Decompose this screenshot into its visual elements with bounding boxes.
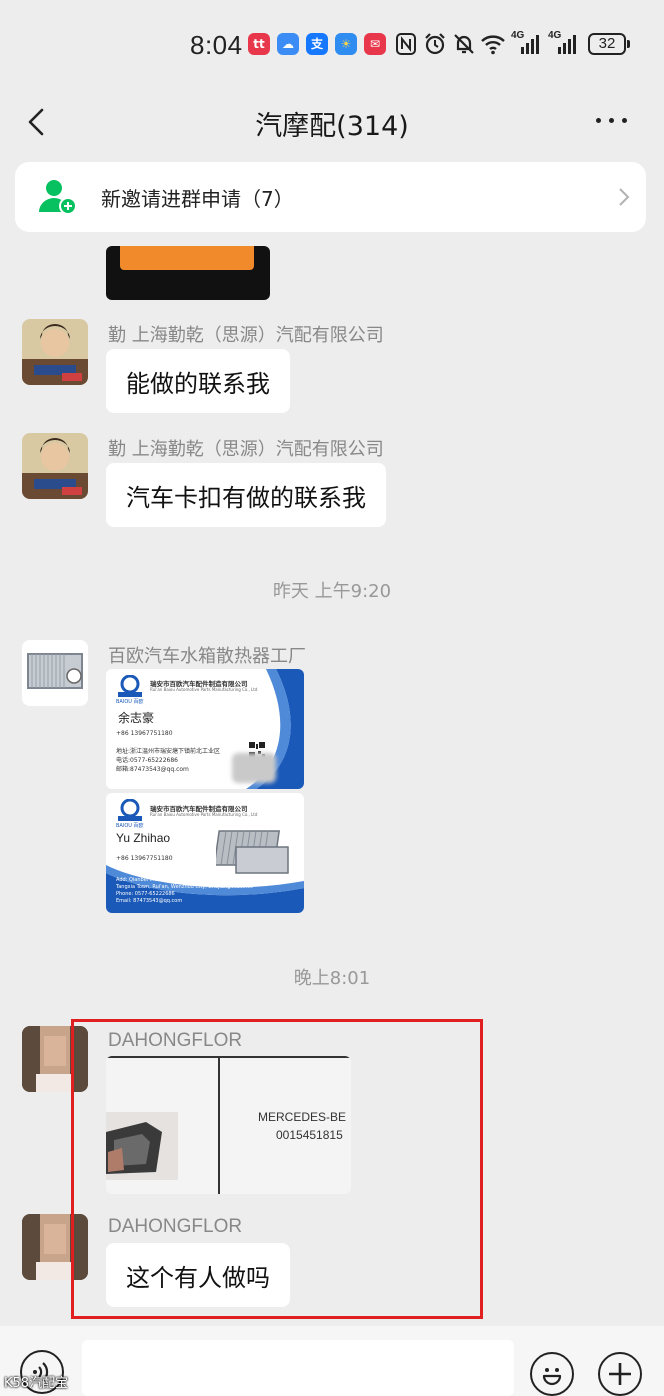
image-content (120, 246, 254, 270)
message-bubble[interactable]: 能做的联系我 (106, 349, 290, 413)
sender-name: 百欧汽车水箱散热器工厂 (108, 646, 306, 667)
dot-icon (596, 118, 601, 123)
chevron-right-icon (619, 188, 630, 206)
more-options-button[interactable] (590, 108, 634, 132)
avatar[interactable] (22, 319, 88, 385)
image-message[interactable] (106, 246, 270, 300)
time-separator: 晚上8:01 (293, 968, 371, 989)
radiator-avatar-image (22, 640, 88, 706)
card-logo-text: BAIOU 百欧 (116, 823, 144, 829)
group-join-request-notice[interactable]: 新邀请进群申请（7） (15, 162, 646, 232)
nfc-icon (396, 33, 416, 55)
avatar[interactable] (22, 1026, 88, 1092)
weather-icon: ☀ (335, 33, 357, 55)
blurred-avatar-image (22, 1026, 88, 1092)
status-bar: 8:04 tt ☁ 支 ☀ ✉ 4G 4G 32 (0, 0, 664, 90)
mute-icon (454, 34, 474, 54)
dot-icon (622, 118, 627, 123)
alipay-icon: 支 (306, 33, 328, 55)
card-person-name: Yu Zhihao (116, 831, 171, 845)
plus-icon (609, 1363, 631, 1385)
part-brand-text: MERCEDES-BE (258, 1110, 347, 1124)
status-time: 8:04 (190, 30, 243, 60)
radiator-product-image (216, 830, 289, 874)
dot-icon (609, 118, 614, 123)
sender-name: DAHONGFLOR (108, 1216, 243, 1237)
battery-indicator: 32 (588, 33, 626, 55)
sender-name: 勤 上海勤乾（思源）汽配有限公司 (108, 325, 384, 346)
child-avatar-image (22, 433, 88, 499)
sender-name: DAHONGFLOR (108, 1030, 243, 1051)
emoji-button[interactable] (530, 1352, 574, 1396)
battery-tip (627, 40, 630, 48)
time-separator: 昨天 上午9:20 (272, 581, 392, 602)
watermark: K58汽配宝 (4, 1376, 69, 1391)
chat-title: 汽摩配(314) (255, 111, 409, 142)
message-bubble[interactable]: 汽车卡扣有做的联系我 (106, 463, 386, 527)
app-red-icon: tt (248, 33, 270, 55)
input-bar (0, 1326, 664, 1396)
card-tel: Phone: 0577-65222686 (116, 891, 175, 897)
card-company-en: Rui'an Baiou Automotive Parts Manufactur… (150, 812, 258, 817)
mail-icon: ✉ (364, 33, 386, 55)
signal-4g-icon: 4G (511, 30, 545, 57)
avatar[interactable] (22, 1214, 88, 1280)
blurred-avatar-image (22, 1214, 88, 1280)
image-border (106, 1056, 351, 1058)
signal-4g-icon: 4G (548, 30, 582, 57)
card-logo-text: BAIOU 百欧 (116, 699, 144, 705)
part-number-text: 0015451815 (276, 1128, 343, 1142)
card-email: 邮箱:87473543@qq.com (116, 766, 189, 773)
card-address-2: Tangxia Town, Rui'an, Wenzhou City, Zhej… (116, 884, 254, 890)
blurred-region (232, 753, 276, 783)
baiou-logo-icon (118, 675, 142, 697)
cloud-icon: ☁ (277, 33, 299, 55)
business-card-front-image[interactable]: BAIOU 百欧 瑞安市百欧汽车配件制造有限公司 Rui'an Baiou Au… (106, 669, 304, 789)
card-email: Email: 87473543@qq.com (116, 898, 183, 904)
image-divider (218, 1056, 220, 1194)
avatar[interactable] (22, 433, 88, 499)
child-avatar-image (22, 319, 88, 385)
business-card-back-image[interactable]: BAIOU 百欧 瑞安市百欧汽车配件制造有限公司 Rui'an Baiou Au… (106, 793, 304, 913)
card-person-name: 余志豪 (118, 711, 155, 725)
add-member-icon (39, 180, 77, 215)
card-phone: +86 13967751180 (116, 730, 173, 737)
message-input[interactable] (82, 1340, 514, 1396)
card-address-1: Add: Qianbei Industrial Zone, (116, 877, 190, 883)
message-bubble[interactable]: 这个有人做吗 (106, 1243, 290, 1307)
part-photo-image[interactable]: MERCEDES-BE 0015451815 (106, 1056, 351, 1194)
card-address: 地址:浙江温州市瑞安塘下镇前北工业区 (116, 748, 221, 755)
card-company-en: Rui'an Baiou Automotive Parts Manufactur… (150, 687, 258, 692)
emoji-icon (542, 1368, 562, 1386)
notice-text: 新邀请进群申请（7） (101, 187, 294, 211)
baiou-logo-icon (118, 799, 142, 821)
alarm-icon (425, 33, 445, 55)
sender-name: 勤 上海勤乾（思源）汽配有限公司 (108, 439, 384, 460)
card-phone: +86 13967751180 (116, 855, 173, 862)
avatar[interactable] (22, 640, 88, 706)
clip-part-photo (106, 1112, 178, 1180)
more-functions-button[interactable] (598, 1352, 642, 1396)
card-tel: 电话:0577-65222686 (116, 757, 178, 764)
wifi-icon (481, 35, 505, 55)
nav-bar: 汽摩配(314) (0, 90, 664, 154)
